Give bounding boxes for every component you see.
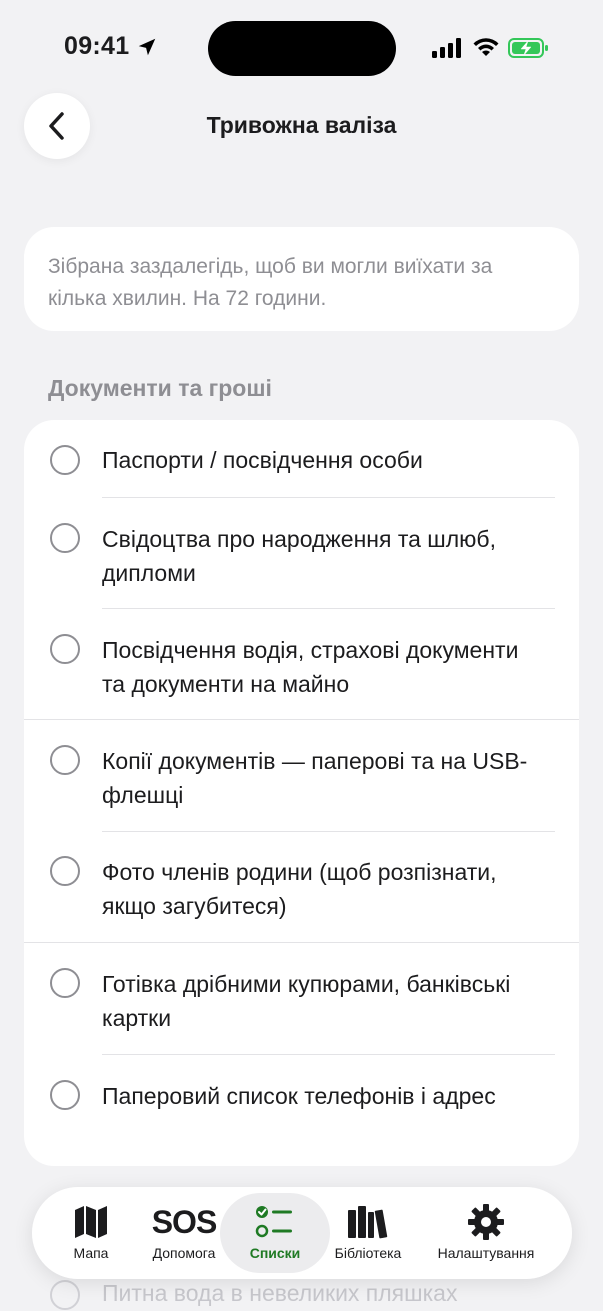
location-arrow-icon: [138, 38, 156, 56]
tab-lists[interactable]: Списки: [220, 1187, 330, 1279]
checklist-item-label: Паперовий список телефонів і адрес: [102, 1083, 496, 1109]
tab-label: Допомога: [152, 1245, 216, 1261]
checkbox[interactable]: [50, 634, 80, 664]
tab-bar: Мапа SOS Допомога Списки Бібліотека Нала…: [32, 1187, 572, 1279]
checklist-item-label: Питна вода в невеликих пляшках: [102, 1280, 458, 1306]
tab-settings[interactable]: Налаштування: [426, 1187, 546, 1279]
dynamic-island: [208, 21, 396, 76]
checklist-item-label: Паспорти / посвідчення особи: [102, 447, 423, 473]
wifi-icon: [473, 38, 499, 56]
tab-help[interactable]: SOS Допомога: [142, 1187, 226, 1279]
intro-text: Зібрана заздалегідь, щоб ви могли виїхат…: [48, 255, 493, 310]
checkbox[interactable]: [50, 445, 80, 475]
checklist-item-label: Свідоцтва про народження та шлюб, диплом…: [102, 526, 496, 586]
checklist-item[interactable]: Копії документів — паперові та на USB-фл…: [24, 720, 579, 831]
checklist-item[interactable]: Паперовий список телефонів і адрес: [24, 1055, 579, 1166]
battery-charging-icon: [508, 38, 548, 58]
status-time: 09:41: [64, 32, 130, 60]
status-bar: 09:41: [0, 0, 603, 96]
cellular-signal-icon: [432, 38, 461, 58]
checklist-item[interactable]: Готівка дрібними купюрами, банківські ка…: [24, 943, 579, 1054]
tab-label: Мапа: [73, 1245, 109, 1261]
sos-icon: SOS: [151, 1203, 218, 1240]
checklist-item[interactable]: Паспорти / посвідчення особи: [24, 420, 579, 498]
checkbox[interactable]: [50, 1280, 80, 1310]
gear-icon: [468, 1204, 504, 1240]
checklist-item-label: Фото членів родини (щоб розпізнати, якщо…: [102, 859, 497, 919]
tab-map[interactable]: Мапа: [58, 1187, 124, 1279]
checklist-item-label: Посвідчення водія, страхові документи та…: [102, 637, 519, 697]
tab-label: Налаштування: [437, 1245, 535, 1261]
checklist-item[interactable]: Свідоцтва про народження та шлюб, диплом…: [24, 498, 579, 609]
section-title: Документи та гроші: [48, 375, 272, 401]
tab-library[interactable]: Бібліотека: [326, 1187, 410, 1279]
tab-label: Списки: [249, 1245, 301, 1261]
map-icon: [75, 1206, 107, 1238]
checklist-item[interactable]: Фото членів родини (щоб розпізнати, якщо…: [24, 831, 579, 942]
checkbox[interactable]: [50, 968, 80, 998]
checkbox[interactable]: [50, 745, 80, 775]
checklist-item[interactable]: Посвідчення водія, страхові документи та…: [24, 609, 579, 720]
checklist-card: Паспорти / посвідчення особи Свідоцтва п…: [24, 420, 579, 1166]
tab-label: Бібліотека: [334, 1245, 402, 1261]
page-title: Тривожна валіза: [206, 112, 397, 138]
checkbox[interactable]: [50, 523, 80, 553]
intro-card: Зібрана заздалегідь, щоб ви могли виїхат…: [24, 227, 579, 331]
checklist-item-label: Готівка дрібними купюрами, банківські ка…: [102, 971, 511, 1031]
library-icon: [348, 1206, 388, 1239]
checklist-icon: [255, 1206, 292, 1238]
checklist-item-label: Копії документів — паперові та на USB-фл…: [102, 748, 528, 808]
checkbox[interactable]: [50, 1080, 80, 1110]
checkbox[interactable]: [50, 856, 80, 886]
